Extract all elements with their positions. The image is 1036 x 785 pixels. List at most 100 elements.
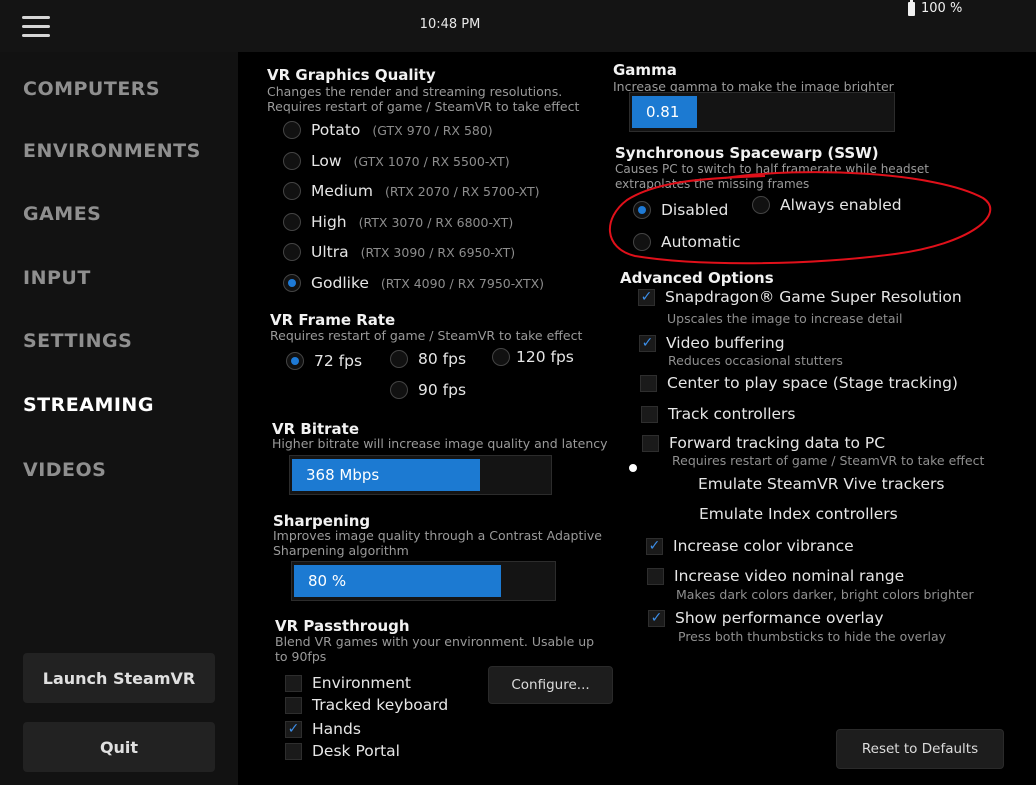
option-label: Godlike [311,274,369,292]
ssw-title: Synchronous Spacewarp (SSW) [615,144,879,162]
quality-option-potato[interactable]: Potato (GTX 970 / RX 580) [283,121,493,139]
cursor-dot [629,464,637,472]
radio-icon [390,350,408,368]
adv-snapdragon-super-resolution[interactable]: ✓ Snapdragon® Game Super Resolution [638,288,962,306]
adv-video-buffering-sub: Reduces occasional stutters [668,353,843,368]
sharpening-desc-line1: Improves image quality through a Contras… [273,528,602,543]
checkbox-checked-icon: ✓ [648,609,665,627]
option-label: Desk Portal [312,742,400,760]
option-label: Automatic [661,233,741,251]
option-label: Increase color vibrance [673,537,854,555]
option-label: 80 fps [418,350,467,368]
graphics-desc-line1: Changes the render and streaming resolut… [267,84,563,99]
quality-option-ultra[interactable]: Ultra (RTX 3090 / RX 6950-XT) [283,243,515,261]
radio-selected-icon [283,274,301,292]
sidebar-item-streaming[interactable]: STREAMING [23,394,154,416]
radio-icon [283,213,301,231]
sharpening-slider[interactable]: 80 % [291,561,556,601]
clock: 10:48 PM [419,17,481,32]
option-label: Always enabled [780,196,902,214]
radio-icon [283,182,301,200]
bitrate-slider[interactable]: 368 Mbps [289,455,552,495]
option-label: Potato [311,121,361,139]
option-label: Video buffering [666,334,785,352]
adv-performance-overlay[interactable]: ✓ Show performance overlay [648,609,884,627]
adv-color-vibrance[interactable]: ✓ Increase color vibrance [646,537,854,555]
sidebar-item-videos[interactable]: VIDEOS [23,459,106,481]
passthrough-title: VR Passthrough [275,617,410,635]
sidebar: COMPUTERS ENVIRONMENTS GAMES INPUT SETTI… [0,52,238,785]
checkbox-icon [642,434,659,452]
option-label: Center to play space (Stage tracking) [667,374,958,392]
passthrough-environment[interactable]: Environment [285,674,411,692]
ssw-option-automatic[interactable]: Automatic [633,233,741,251]
option-hint: (GTX 970 / RX 580) [372,122,493,138]
sidebar-item-games[interactable]: GAMES [23,203,101,225]
framerate-option-80[interactable]: 80 fps [390,350,466,368]
checkbox-checked-icon: ✓ [639,334,656,352]
checkbox-checked-icon: ✓ [285,720,302,738]
ssw-option-disabled[interactable]: Disabled [633,201,728,219]
adv-forward-tracking[interactable]: Forward tracking data to PC [642,434,885,452]
option-label: Low [311,152,342,170]
radio-icon [283,121,301,139]
radio-icon [492,348,510,366]
passthrough-tracked-keyboard[interactable]: Tracked keyboard [285,696,448,714]
menu-icon[interactable] [22,16,50,38]
adv-video-buffering[interactable]: ✓ Video buffering [639,334,785,352]
quit-button[interactable]: Quit [23,722,215,772]
option-label: 72 fps [314,352,363,370]
sharpening-desc: Improves image quality through a Contras… [273,528,602,558]
option-hint: (GTX 1070 / RX 5500-XT) [353,153,510,169]
option-label: 120 fps [516,348,574,366]
option-label: Disabled [661,201,729,219]
graphics-quality-title: VR Graphics Quality [267,66,436,84]
quality-option-medium[interactable]: Medium (RTX 2070 / RX 5700-XT) [283,182,540,200]
ssw-desc: Causes PC to switch to half framerate wh… [615,162,929,192]
reset-to-defaults-button[interactable]: Reset to Defaults [836,729,1004,769]
passthrough-desc-line2: to 90fps [275,649,327,664]
checkbox-checked-icon: ✓ [638,288,655,306]
adv-video-nominal-range[interactable]: Increase video nominal range [647,567,904,585]
adv-video-nominal-range-sub: Makes dark colors darker, bright colors … [676,587,974,602]
quality-option-low[interactable]: Low (GTX 1070 / RX 5500-XT) [283,152,510,170]
sidebar-item-input[interactable]: INPUT [23,267,91,289]
gamma-slider[interactable]: 0.81 [629,92,895,132]
quality-option-high[interactable]: High (RTX 3070 / RX 6800-XT) [283,213,513,231]
radio-selected-icon [286,352,304,370]
adv-emulate-index-controllers[interactable]: Emulate Index controllers [699,505,898,523]
ssw-desc-line2: extrapolates the missing frames [615,177,810,191]
passthrough-desk-portal[interactable]: Desk Portal [285,742,400,760]
framerate-option-90[interactable]: 90 fps [390,381,466,399]
frame-rate-title: VR Frame Rate [270,311,396,329]
checkbox-icon [647,567,664,585]
gamma-slider-fill: 0.81 [632,96,697,128]
ssw-option-always-enabled[interactable]: Always enabled [752,196,902,214]
sidebar-item-computers[interactable]: COMPUTERS [23,78,160,100]
framerate-option-120[interactable]: 120 fps [492,348,574,366]
option-label: Tracked keyboard [312,696,449,714]
graphics-quality-desc: Changes the render and streaming resolut… [267,84,579,114]
battery-level: 100 % [921,1,963,16]
passthrough-hands[interactable]: ✓ Hands [285,720,361,738]
framerate-option-72[interactable]: 72 fps [286,352,362,370]
gamma-title: Gamma [613,61,677,79]
option-label: Forward tracking data to PC [669,434,886,452]
bitrate-desc: Higher bitrate will increase image quali… [272,436,608,451]
quality-option-godlike[interactable]: Godlike (RTX 4090 / RX 7950-XTX) [283,274,544,292]
sidebar-item-settings[interactable]: SETTINGS [23,330,132,352]
radio-selected-icon [633,201,651,219]
radio-icon [283,152,301,170]
adv-track-controllers[interactable]: Track controllers [641,405,796,423]
radio-icon [752,196,770,214]
adv-center-play-space[interactable]: Center to play space (Stage tracking) [640,374,958,392]
adv-emulate-vive-trackers[interactable]: Emulate SteamVR Vive trackers [698,475,945,493]
option-label: Environment [312,674,411,692]
sidebar-item-environments[interactable]: ENVIRONMENTS [23,140,201,162]
option-label: High [311,213,347,231]
adv-performance-overlay-sub: Press both thumbsticks to hide the overl… [678,629,946,644]
configure-button[interactable]: Configure... [488,666,613,704]
ssw-desc-line1: Causes PC to switch to half framerate wh… [615,162,930,176]
passthrough-desc: Blend VR games with your environment. Us… [275,634,594,664]
launch-steamvr-button[interactable]: Launch SteamVR [23,653,215,703]
